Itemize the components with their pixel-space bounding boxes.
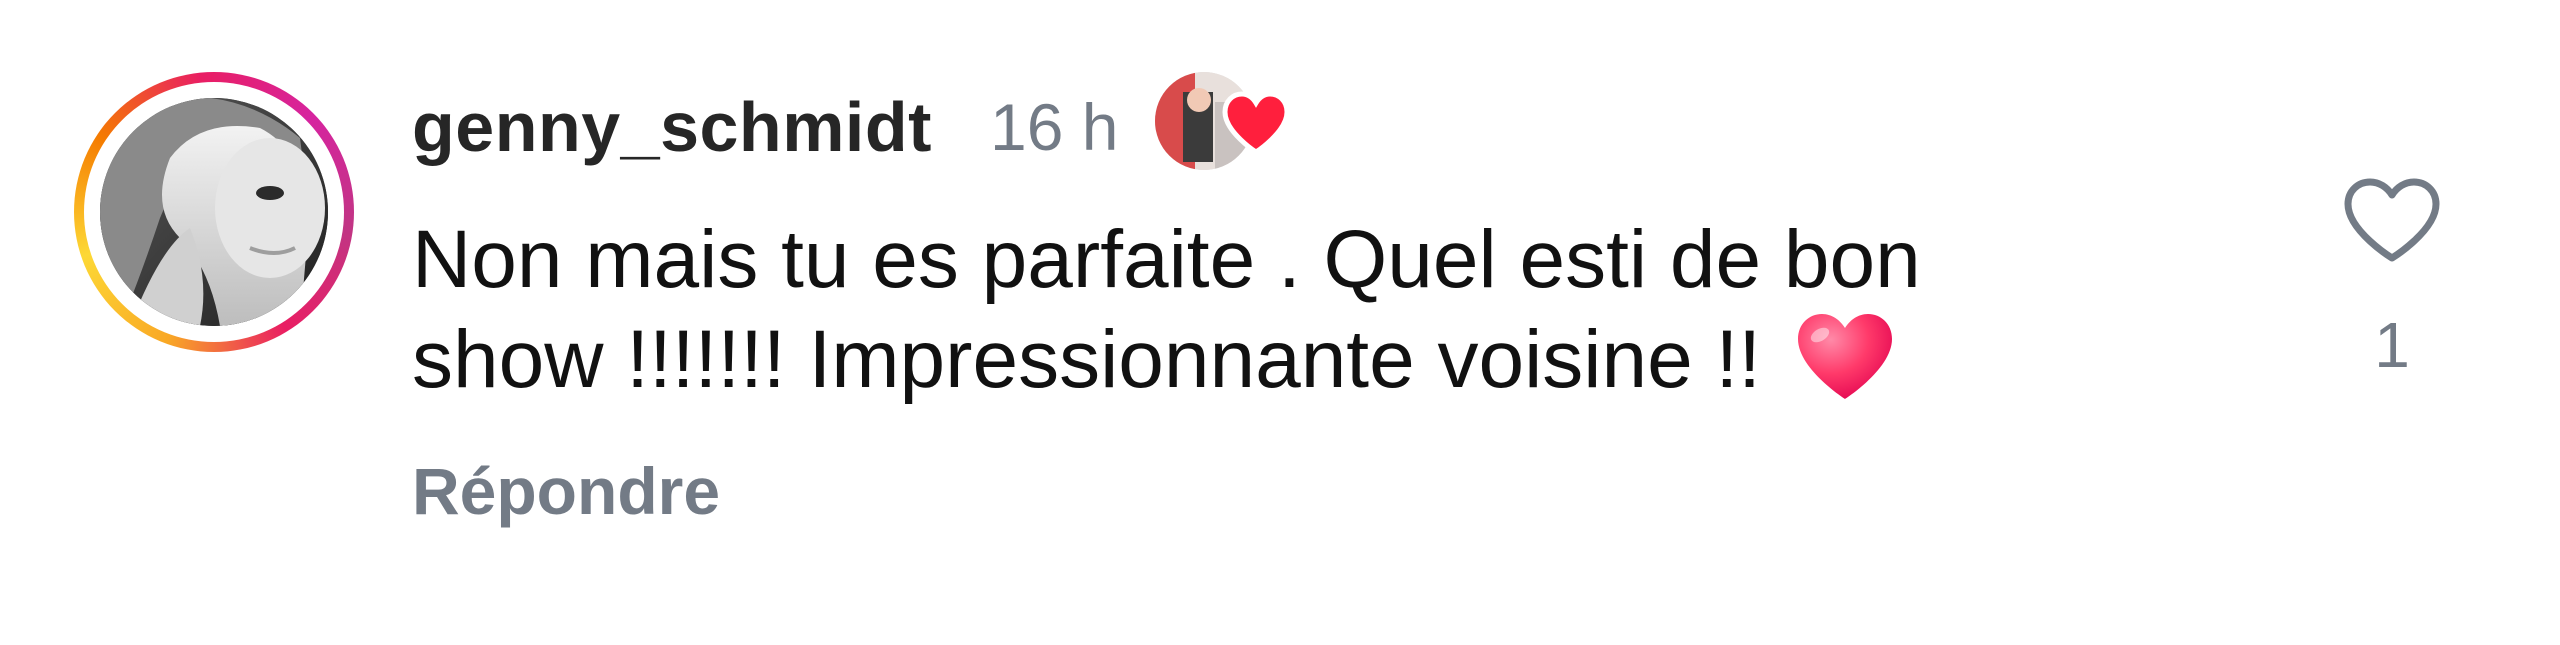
like-count: 1: [2374, 309, 2410, 381]
creator-heart-icon: [1222, 91, 1290, 155]
avatar-story-ring[interactable]: [74, 72, 354, 352]
comment-timestamp: 16 h: [990, 90, 1119, 164]
creator-liked-badge: [1155, 70, 1295, 180]
heart-outline-icon[interactable]: [2342, 176, 2442, 266]
red-heart-emoji-icon: [1797, 314, 1892, 399]
avatar[interactable]: [100, 98, 328, 326]
comment-body: Non mais tu es parfaite . Quel esti de b…: [412, 214, 1921, 405]
comment-item: genny_schmidt 16 h Non mais tu es parfai…: [0, 0, 2560, 645]
comment-username[interactable]: genny_schmidt: [412, 82, 932, 172]
avatar-image: [100, 98, 328, 326]
comment-text: Non mais tu es parfaite . Quel esti de b…: [412, 210, 2112, 410]
reply-button[interactable]: Répondre: [412, 446, 720, 536]
